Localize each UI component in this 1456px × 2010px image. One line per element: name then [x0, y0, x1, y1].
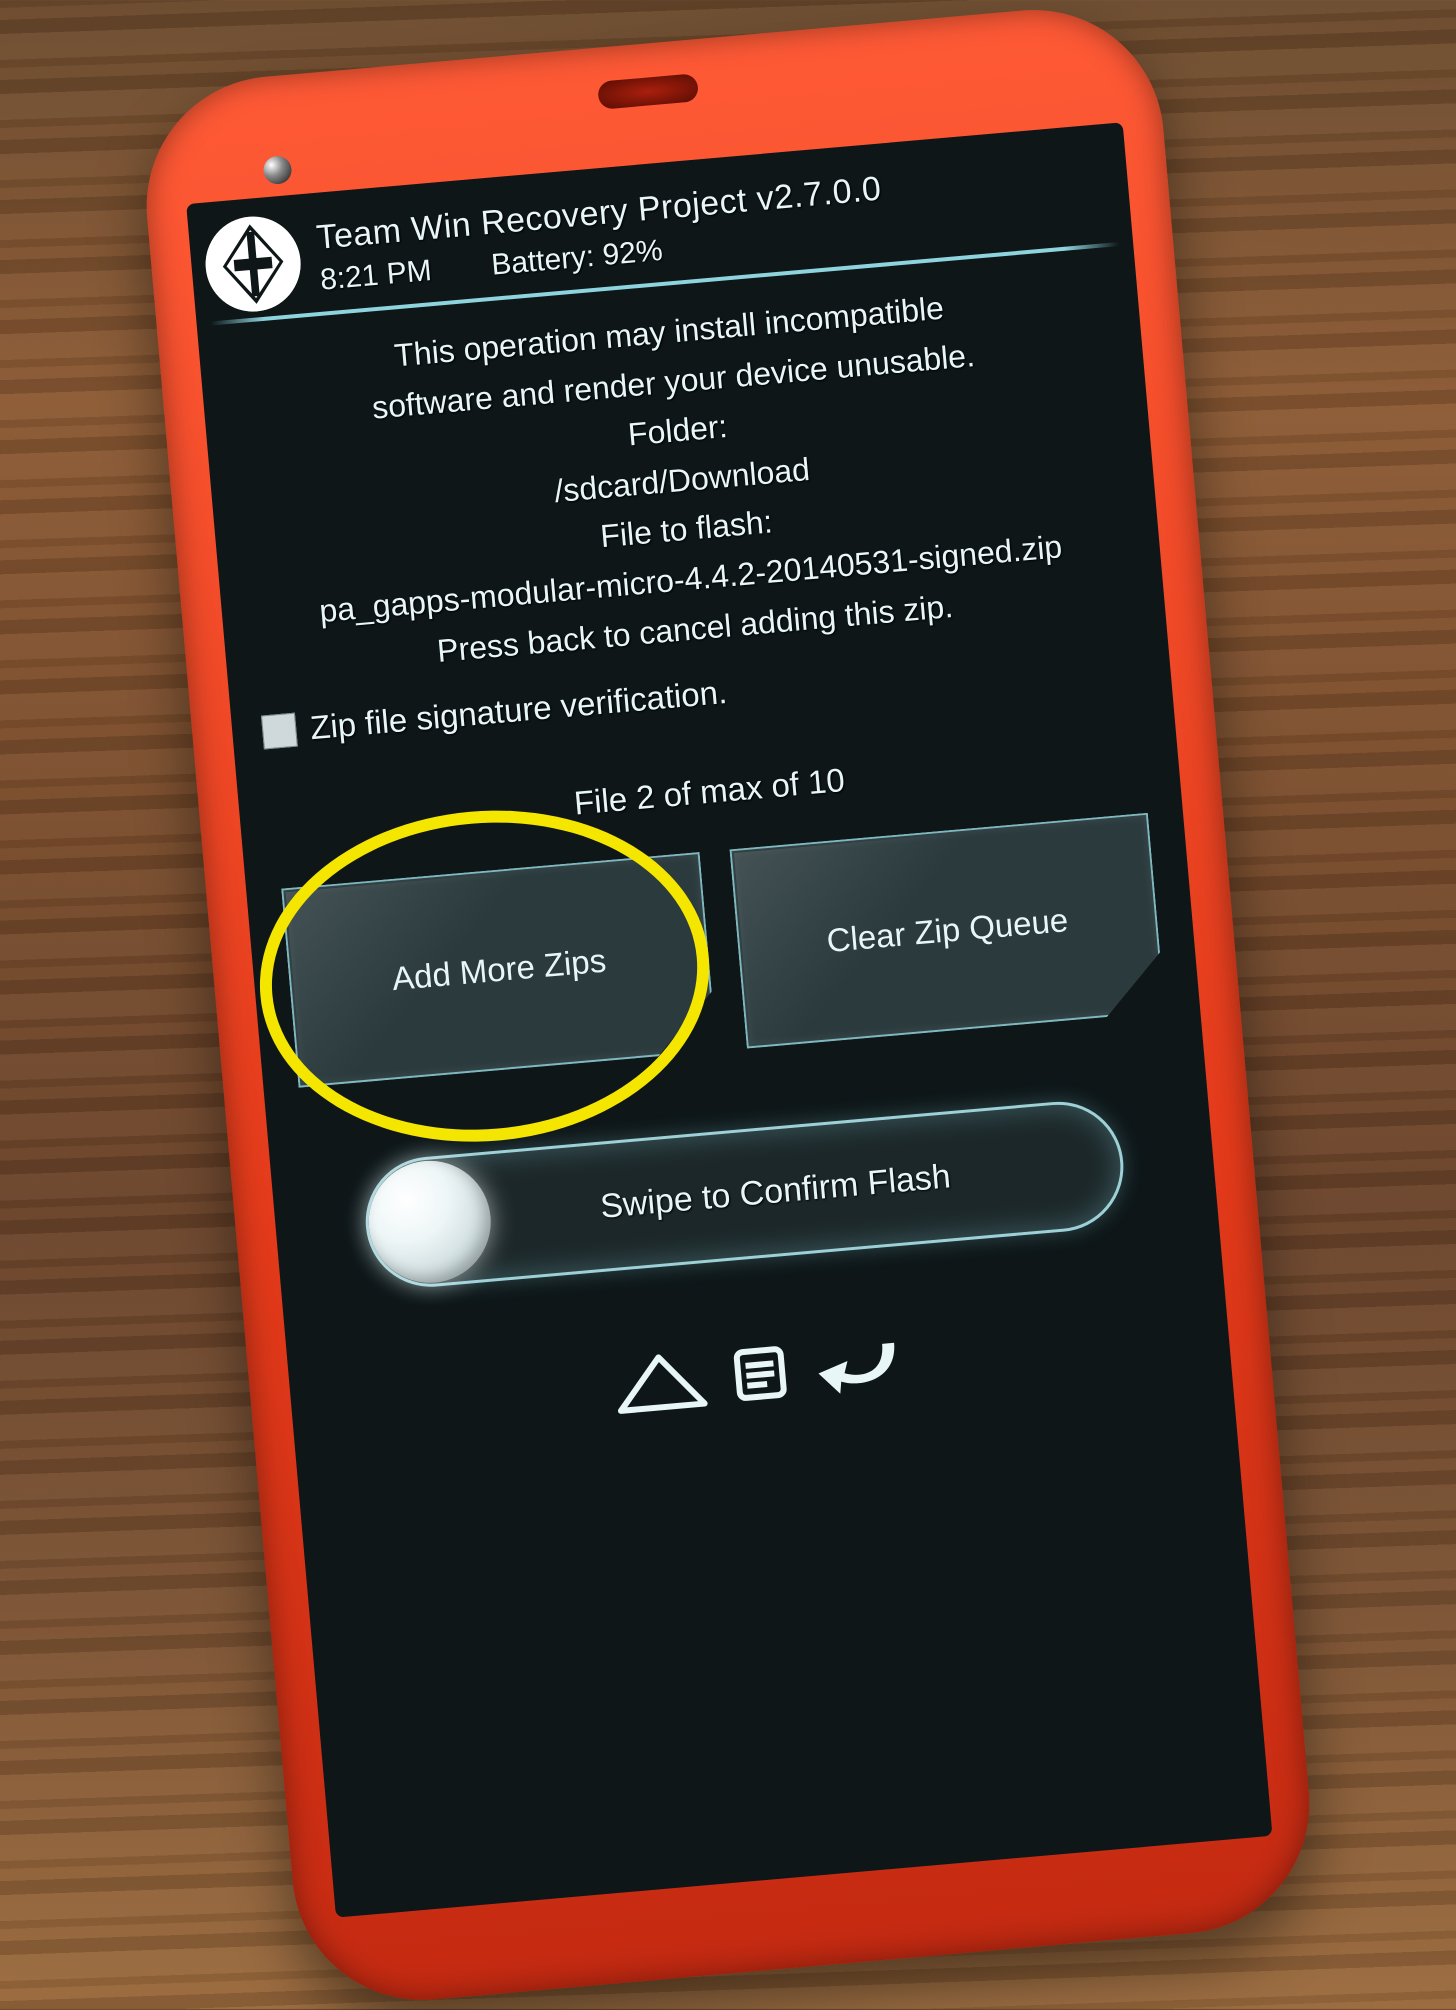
log-icon[interactable]	[707, 1334, 813, 1412]
navigation-bar	[566, 1302, 955, 1453]
phone-device-frame: Team Win Recovery Project v2.7.0.0 8:21 …	[136, 0, 1320, 2010]
clear-zip-queue-button[interactable]: Clear Zip Queue	[729, 812, 1165, 1048]
clear-zip-queue-label: Clear Zip Queue	[825, 901, 1070, 960]
main-content: This operation may install incompatible …	[197, 244, 1273, 1917]
button-row: Add More Zips Clear Zip Queue	[276, 812, 1170, 1088]
proximity-sensor	[262, 154, 292, 184]
add-more-zips-button[interactable]: Add More Zips	[281, 852, 717, 1088]
status-battery: Battery: 92%	[490, 233, 664, 282]
swipe-label: Swipe to Confirm Flash	[489, 1142, 1122, 1236]
earpiece-speaker	[597, 73, 699, 110]
twrp-logo-icon	[202, 212, 305, 315]
warning-text: This operation may install incompatible …	[296, 275, 1069, 686]
home-icon[interactable]	[608, 1343, 714, 1421]
checkbox-box-icon	[261, 712, 298, 749]
checkbox-label: Zip file signature verification.	[309, 673, 729, 747]
back-icon[interactable]	[807, 1325, 913, 1403]
file-queue-counter: File 2 of max of 10	[572, 761, 846, 823]
swipe-to-confirm-slider[interactable]: Swipe to Confirm Flash	[360, 1096, 1128, 1292]
swipe-knob-icon[interactable]	[364, 1155, 496, 1287]
add-more-zips-label: Add More Zips	[391, 941, 608, 998]
device-screen: Team Win Recovery Project v2.7.0.0 8:21 …	[186, 122, 1272, 1917]
status-time: 8:21 PM	[319, 254, 433, 298]
